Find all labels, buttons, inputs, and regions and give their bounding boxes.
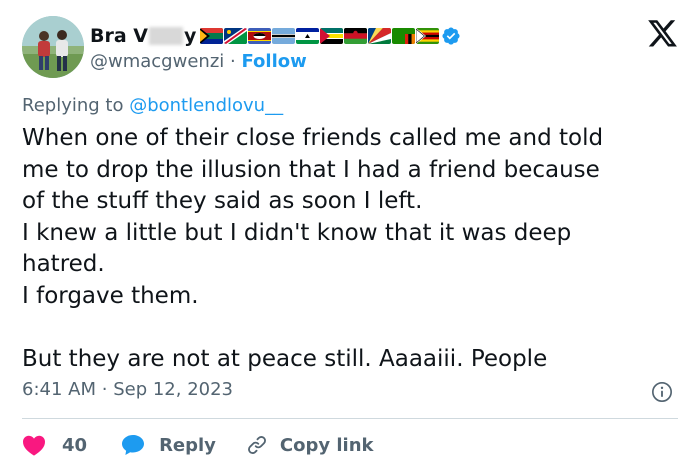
- tweet-text-line: [22, 312, 682, 344]
- seychelles-flag-icon: [368, 28, 392, 44]
- reply-label: Reply: [159, 434, 216, 456]
- flag-emoji-list: [200, 28, 440, 44]
- tweet-time: 6:41 AM: [22, 379, 96, 400]
- tweet-text-line: I knew a little but I didn't know that i…: [22, 219, 572, 246]
- lesotho-flag-icon: [296, 28, 320, 44]
- tweet-text-line: When one of their close friends called m…: [22, 125, 604, 151]
- handle-separator: ·: [230, 51, 236, 72]
- reply-button[interactable]: Reply: [121, 434, 216, 456]
- verified-badge-icon: [442, 27, 460, 45]
- heart-icon: [23, 435, 45, 456]
- tweet-timestamp[interactable]: 6:41 AM · Sep 12, 2023: [22, 379, 233, 400]
- follow-button[interactable]: Follow: [241, 51, 306, 72]
- tweet-header: Bra V y @wmacgwenzi · Follow: [22, 16, 682, 80]
- copy-link-label: Copy link: [279, 434, 374, 456]
- replying-to-prefix: Replying to: [22, 95, 130, 116]
- display-name-start[interactable]: Bra V: [90, 25, 148, 47]
- zambia-flag-icon: [392, 28, 416, 44]
- botswana-flag-icon: [272, 28, 296, 44]
- tweet-text-line: of the stuff they said as soon I left.: [22, 188, 423, 214]
- like-button[interactable]: 40: [22, 434, 87, 456]
- redacted-name-part: [149, 27, 183, 45]
- eswatini-flag-icon: [248, 28, 272, 44]
- x-logo-icon[interactable]: [648, 20, 678, 48]
- tweet-text-line: I forgave them.: [22, 282, 199, 309]
- mozambique-flag-icon: [320, 28, 344, 44]
- avatar[interactable]: [22, 16, 84, 78]
- reply-bubble-icon: [122, 435, 145, 455]
- zimbabwe-flag-icon: [416, 28, 440, 44]
- handle-row: @wmacgwenzi · Follow: [90, 51, 307, 72]
- replying-to: Replying to @bontlendlovu__: [22, 95, 283, 116]
- tweet-date: Sep 12, 2023: [113, 379, 234, 400]
- tweet-text-line: me to drop the illusion that I had a fri…: [22, 156, 600, 183]
- display-name-end[interactable]: y: [184, 25, 196, 47]
- info-icon[interactable]: [651, 381, 673, 403]
- like-count: 40: [62, 434, 88, 456]
- timestamp-separator: ·: [101, 379, 108, 400]
- malawi-flag-icon: [344, 28, 368, 44]
- tweet-text-line: But they are not at peace still. Aaaaiii…: [22, 345, 548, 372]
- action-bar: 40 Reply Copy link: [22, 430, 374, 460]
- tweet-text: When one of their close friends called m…: [22, 123, 682, 375]
- link-icon: [247, 436, 266, 454]
- namibia-flag-icon: [224, 28, 248, 44]
- tweet-text-line: hatred.: [22, 251, 105, 277]
- copy-link-button[interactable]: Copy link: [246, 434, 374, 456]
- name-row: Bra V y: [90, 22, 461, 50]
- author-handle[interactable]: @wmacgwenzi: [90, 51, 224, 72]
- divider: [22, 418, 678, 419]
- replying-to-mention[interactable]: @bontlendlovu__: [129, 95, 283, 116]
- south-africa-flag-icon: [200, 28, 224, 44]
